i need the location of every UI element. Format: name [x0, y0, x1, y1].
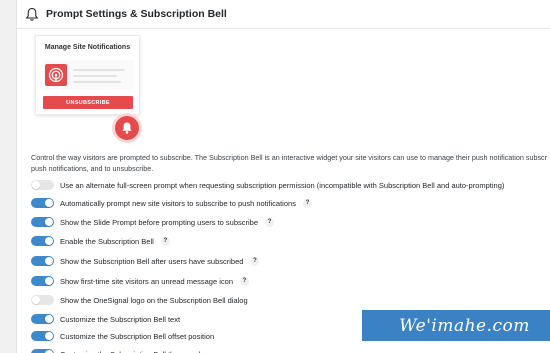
setting-row: Use an alternate full-screen prompt when…: [31, 178, 504, 192]
section-description: Control the way visitors are prompted to…: [31, 152, 550, 174]
setting-label: Show first-time site visitors an unread …: [60, 276, 233, 286]
description-line: Control the way visitors are prompted to…: [31, 153, 548, 162]
toggle-knob: [45, 315, 53, 323]
preview-text-line: [73, 81, 121, 83]
preview-text-line: [73, 69, 125, 71]
setting-label: Use an alternate full-screen prompt when…: [60, 180, 505, 190]
section-title: Prompt Settings & Subscription Bell: [46, 8, 227, 20]
setting-label: Customize the Subscription Bell offset p…: [60, 331, 215, 341]
settings-panel: Prompt Settings & Subscription Bell Mana…: [16, 0, 550, 353]
help-icon[interactable]: ?: [240, 276, 249, 286]
help-icon[interactable]: ?: [160, 236, 170, 246]
setting-toggle[interactable]: [31, 314, 54, 324]
section-header: Prompt Settings & Subscription Bell: [17, 0, 550, 29]
bell-icon: [25, 7, 39, 21]
toggle-knob: [45, 237, 53, 245]
help-icon[interactable]: ?: [250, 256, 260, 266]
toggle-knob: [45, 218, 53, 226]
setting-row: Show the Subscription Bell after users h…: [31, 254, 260, 268]
watermark: We'imahe.com: [362, 310, 550, 341]
setting-toggle[interactable]: [31, 349, 54, 353]
setting-label: Customize the Subscription Bell text: [60, 314, 181, 324]
unsubscribe-button: UNSUBSCRIBE: [43, 96, 133, 109]
toggle-knob: [45, 332, 53, 340]
setting-toggle[interactable]: [31, 256, 54, 266]
setting-label: Enable the Subscription Bell: [60, 236, 154, 246]
preview-text-line: [73, 75, 117, 77]
setting-label: Automatically prompt new site visitors t…: [60, 198, 296, 208]
toggle-knob: [32, 296, 40, 304]
bell-icon: [122, 122, 132, 134]
setting-row: Show the OneSignal logo on the Subscript…: [31, 293, 248, 307]
setting-row: Enable the Subscription Bell?: [31, 234, 170, 248]
setting-row: Automatically prompt new site visitors t…: [31, 196, 312, 210]
setting-toggle[interactable]: [31, 276, 54, 286]
description-line: push notifications, and to unsubscribe.: [31, 164, 154, 173]
notification-icon: [45, 64, 67, 86]
setting-toggle[interactable]: [31, 198, 54, 208]
setting-row: Customize the Subscription Bell offset p…: [31, 329, 214, 343]
setting-toggle[interactable]: [31, 331, 54, 341]
subscription-bell-preview: Manage Site Notifications UNSUBSCRIBE: [35, 35, 140, 115]
setting-row: Customize the Subscription Bell theme co…: [31, 347, 211, 353]
setting-label: Show the OneSignal logo on the Subscript…: [60, 295, 248, 305]
toggle-knob: [45, 277, 53, 285]
setting-row: Show first-time site visitors an unread …: [31, 274, 249, 288]
setting-row: Customize the Subscription Bell text: [31, 312, 180, 326]
preview-content: [43, 60, 133, 90]
toggle-knob: [45, 257, 53, 265]
setting-label: Customize the Subscription Bell theme co…: [60, 350, 211, 353]
setting-label: Show the Subscription Bell after users h…: [60, 256, 244, 266]
preview-title: Manage Site Notifications: [44, 44, 131, 51]
subscription-bell-widget: [115, 116, 139, 140]
setting-toggle[interactable]: [31, 295, 54, 305]
toggle-knob: [45, 199, 53, 207]
setting-row: Show the Slide Prompt before prompting u…: [31, 215, 275, 229]
help-icon[interactable]: ?: [265, 217, 275, 227]
setting-toggle[interactable]: [31, 180, 54, 190]
setting-toggle[interactable]: [31, 236, 54, 246]
toggle-knob: [32, 181, 40, 189]
setting-toggle[interactable]: [31, 217, 54, 227]
setting-label: Show the Slide Prompt before prompting u…: [60, 217, 259, 227]
help-icon[interactable]: ?: [302, 198, 312, 208]
